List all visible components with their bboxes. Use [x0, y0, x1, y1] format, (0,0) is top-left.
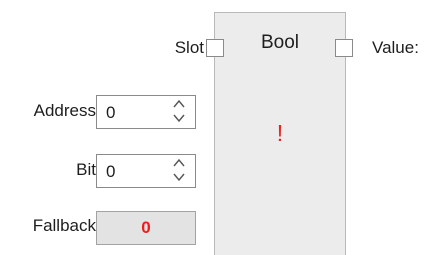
address-value[interactable]: 0 — [106, 103, 115, 123]
address-label: Address — [33, 101, 96, 120]
address-stepper[interactable]: 0 — [96, 95, 196, 129]
bit-spin-buttons — [169, 157, 189, 185]
chevron-down-icon[interactable] — [172, 112, 186, 124]
bit-label: Bit — [76, 160, 96, 179]
bit-value[interactable]: 0 — [106, 162, 115, 182]
node-title: Bool — [260, 32, 300, 53]
fallback-label: Fallback — [32, 216, 96, 235]
fallback-toggle-button[interactable]: 0 — [96, 211, 196, 245]
slot-input-port[interactable] — [206, 39, 224, 57]
node-error-indicator: ! — [276, 120, 284, 146]
address-spin-buttons — [169, 98, 189, 126]
value-output-port[interactable] — [335, 39, 353, 57]
value-port-label: Value: — [372, 38, 419, 57]
node-editor-canvas: Bool ! Slot Value: Address 0 Bit 0 Fallb… — [0, 0, 434, 255]
chevron-up-icon[interactable] — [172, 157, 186, 169]
chevron-down-icon[interactable] — [172, 171, 186, 183]
chevron-up-icon[interactable] — [172, 98, 186, 110]
slot-port-label: Slot — [174, 38, 204, 57]
bit-stepper[interactable]: 0 — [96, 154, 196, 188]
